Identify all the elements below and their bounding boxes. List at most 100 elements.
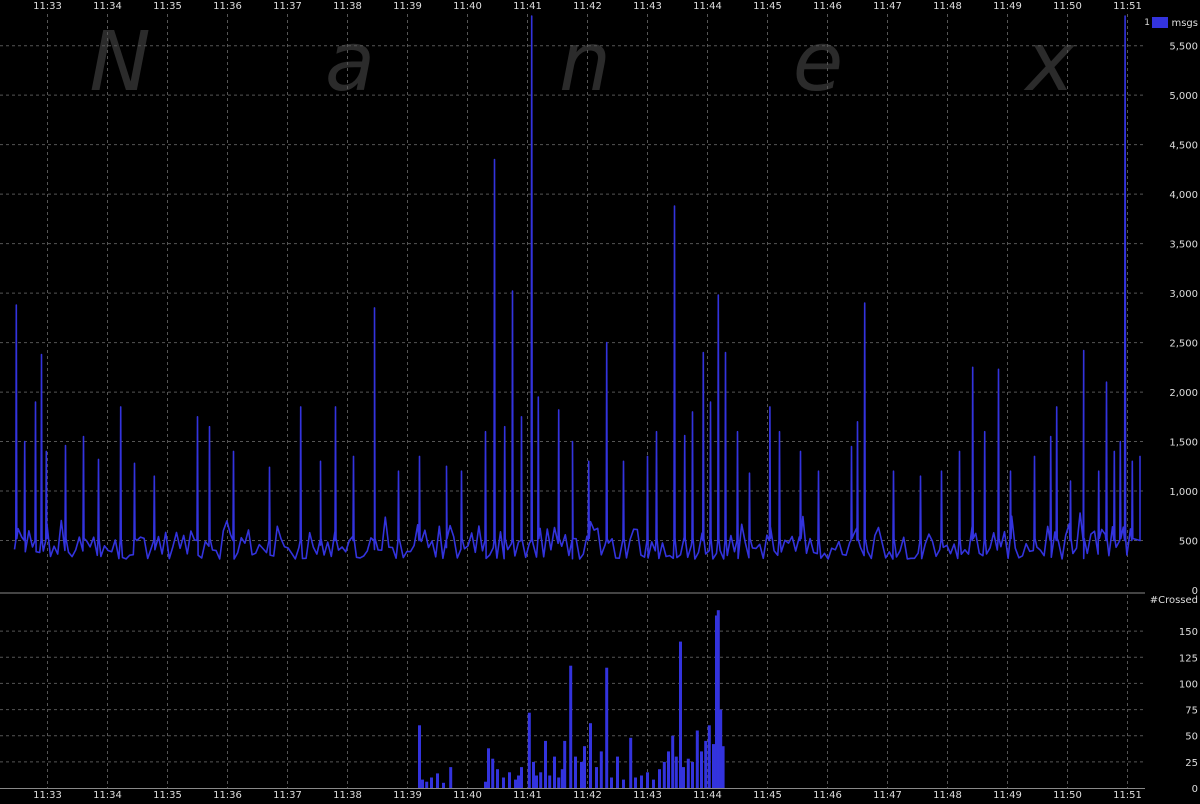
- x-tick-label-bottom: 11:35: [153, 790, 182, 800]
- crossed-bar: [674, 756, 678, 788]
- x-tick-label-bottom: 11:47: [873, 790, 902, 800]
- x-tick-label-bottom: 11:39: [393, 790, 422, 800]
- crossed-bar: [629, 737, 633, 788]
- x-tick-label-top: 11:34: [93, 1, 122, 12]
- crossed-bar: [671, 735, 675, 788]
- x-tick-label-top: 11:36: [213, 1, 242, 12]
- upper-y-tick-label: 5,500: [1169, 42, 1198, 53]
- crossed-bar: [569, 665, 573, 788]
- crossed-bar: [679, 641, 682, 788]
- crossed-bar: [707, 725, 711, 788]
- crossed-bar: [442, 782, 445, 788]
- crossed-bar: [484, 781, 487, 788]
- crossed-bar: [487, 748, 490, 788]
- x-tick-label-top: 11:46: [813, 1, 842, 12]
- x-tick-label-bottom: 11:38: [333, 790, 362, 800]
- crossed-bar: [682, 767, 685, 788]
- crossed-bar: [589, 723, 592, 788]
- x-tick-label-bottom: 11:44: [693, 790, 722, 800]
- x-tick-label-bottom: 11:49: [993, 790, 1022, 800]
- x-tick-label-top: 11:48: [933, 1, 962, 12]
- x-tick-label-bottom: 11:36: [213, 790, 242, 800]
- x-tick-label-bottom: 11:46: [813, 790, 842, 800]
- x-tick-label-bottom: 11:48: [933, 790, 962, 800]
- x-tick-label-top: 11:51: [1113, 1, 1142, 12]
- crossed-bar: [527, 712, 531, 788]
- crossed-bar: [652, 779, 655, 788]
- crossed-bar: [563, 740, 567, 788]
- crossed-bar: [662, 761, 666, 788]
- crossed-bar: [418, 725, 421, 788]
- x-tick-label-bottom: 11:40: [453, 790, 482, 800]
- crossed-bar: [686, 758, 690, 788]
- crossed-bar: [436, 773, 439, 788]
- x-tick-label-bottom: 11:34: [93, 790, 122, 800]
- x-tick-label-top: 11:49: [993, 1, 1022, 12]
- x-tick-label-bottom: 11:37: [273, 790, 302, 800]
- crossed-bar: [491, 758, 495, 788]
- crossed-bar: [695, 730, 699, 788]
- x-tick-label-top: 11:38: [333, 1, 362, 12]
- crossed-bar: [548, 775, 552, 788]
- lower-y-tick-label: 75: [1185, 706, 1198, 717]
- crossed-bar: [610, 777, 613, 788]
- crossed-bar: [520, 767, 523, 788]
- lower-y-tick-label: 25: [1185, 758, 1198, 769]
- watermark-letter: e: [793, 15, 843, 110]
- crossed-bar: [599, 751, 603, 788]
- crossed-bar: [583, 746, 586, 788]
- x-tick-label-bottom: 11:50: [1053, 790, 1082, 800]
- x-tick-label-top: 11:40: [453, 1, 482, 12]
- crossed-bar: [622, 779, 625, 788]
- crossed-bar: [535, 775, 538, 788]
- nanex-chart: Na n e x 11:33 11:33 11:34 11:34 11:35 11:35 11:36…: [0, 0, 1200, 801]
- legend-swatch: [1152, 17, 1168, 28]
- upper-y-tick-label: 2,000: [1169, 388, 1198, 399]
- lower-y-tick-label: 125: [1179, 653, 1198, 664]
- crossed-bar: [539, 772, 543, 788]
- crossed-bar: [595, 767, 598, 788]
- chart-svg: Na n e x11:3311:3311:3411:3411:3511:3511:36…: [0, 0, 1200, 801]
- crossed-bar: [634, 777, 637, 788]
- crossed-bar: [721, 746, 725, 788]
- upper-y-tick-label: 3,000: [1169, 289, 1198, 300]
- upper-y-tick-label: 2,500: [1169, 339, 1198, 350]
- crossed-bar: [553, 756, 556, 788]
- crossed-bar: [430, 777, 433, 788]
- lower-y-tick-label: 100: [1179, 679, 1198, 690]
- x-tick-label-top: 11:47: [873, 1, 902, 12]
- crossed-bar: [712, 744, 715, 788]
- crossed-bar: [508, 772, 511, 788]
- crossed-bar: [425, 781, 429, 788]
- x-tick-label-bottom: 11:33: [33, 790, 62, 800]
- upper-y-tick-label: 4,500: [1169, 141, 1198, 152]
- crossed-bar: [605, 667, 609, 788]
- x-tick-label-top: 11:35: [153, 1, 182, 12]
- legend-label: 1: [1144, 18, 1150, 28]
- crossed-bar: [646, 772, 649, 788]
- lower-y-tick-label: 150: [1179, 627, 1198, 638]
- x-tick-label-bottom: 11:41: [513, 790, 542, 800]
- x-tick-label-top: 11:50: [1053, 1, 1082, 12]
- x-tick-label-top: 11:45: [753, 1, 782, 12]
- crossed-bar: [658, 769, 661, 788]
- x-tick-label-bottom: 11:42: [573, 790, 602, 800]
- x-tick-label-bottom: 11:43: [633, 790, 662, 800]
- watermark-letter: N: [89, 15, 150, 110]
- lower-y-tick-label: 0: [1192, 784, 1198, 795]
- crossed-bar: [514, 779, 517, 788]
- upper-y-axis-label: msgs: [1171, 18, 1198, 29]
- x-tick-label-top: 11:37: [273, 1, 302, 12]
- crossed-bar: [704, 740, 708, 788]
- crossed-bar: [667, 751, 670, 788]
- upper-y-tick-label: 3,500: [1169, 240, 1198, 251]
- upper-y-tick-label: 4,000: [1169, 190, 1198, 201]
- upper-y-tick-label: 1,500: [1169, 438, 1198, 449]
- crossed-bar: [449, 767, 453, 788]
- watermark-letter: a: [325, 15, 375, 110]
- lower-y-tick-label: 50: [1185, 732, 1198, 743]
- crossed-bar: [517, 775, 520, 788]
- upper-y-tick-label: 500: [1179, 537, 1198, 548]
- crossed-bar: [640, 775, 643, 788]
- lower-y-axis-label: #Crossed: [1150, 595, 1198, 606]
